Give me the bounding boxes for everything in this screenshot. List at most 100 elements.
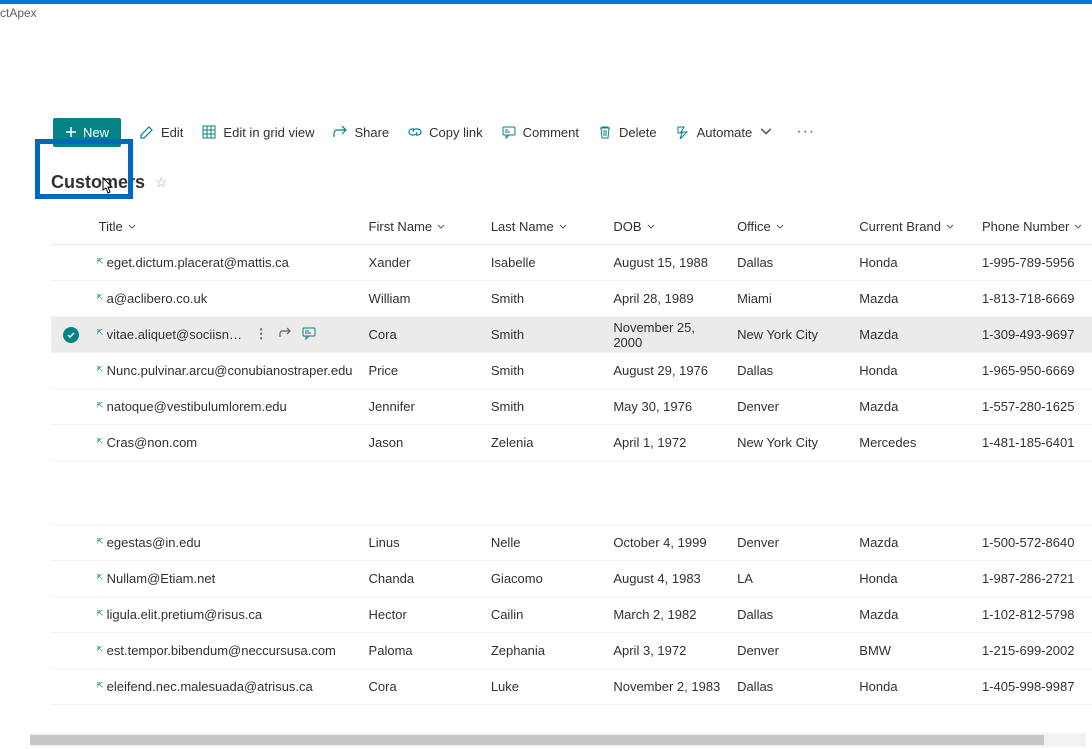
row-title[interactable]: est.tempor.bibendum@neccursusa.com — [107, 643, 336, 658]
row-title[interactable]: ligula.elit.pretium@risus.ca — [107, 607, 263, 622]
share-label: Share — [354, 125, 389, 140]
cell-phone: 1-481-185-6401 — [974, 425, 1092, 461]
comment-icon — [501, 124, 517, 140]
table-row[interactable]: ⇱est.tempor.bibendum@neccursusa.comPalom… — [51, 633, 1092, 669]
cell-last: Zephania — [483, 633, 606, 669]
chevron-down-icon — [775, 222, 785, 232]
plus-icon — [65, 126, 77, 138]
table-row[interactable]: ⇱egestas@in.eduLinusNelleOctober 4, 1999… — [51, 525, 1092, 561]
col-fn-label: First Name — [369, 219, 433, 234]
check-circle-icon[interactable] — [63, 327, 79, 343]
row-title[interactable]: Cras@non.com — [107, 435, 198, 450]
cell-first: Paloma — [361, 633, 483, 669]
link-badge-icon: ⇱ — [97, 537, 104, 546]
cell-first: Cora — [361, 317, 483, 353]
col-dob[interactable]: DOB — [605, 209, 729, 245]
scrollbar-thumb[interactable] — [30, 735, 1044, 745]
col-last-name[interactable]: Last Name — [483, 209, 606, 245]
cell-phone: 1-995-789-5956 — [974, 245, 1092, 281]
comment-button[interactable]: Comment — [501, 124, 579, 140]
row-comment-icon[interactable] — [302, 326, 316, 343]
table-row[interactable]: ⇱Cras@non.comJasonZeleniaApril 1, 1972Ne… — [51, 425, 1092, 461]
cell-last: Luke — [483, 669, 606, 705]
row-title[interactable]: eleifend.nec.malesuada@atrisus.ca — [107, 679, 313, 694]
table-row[interactable]: ⇱natoque@vestibulumlorem.eduJenniferSmit… — [51, 389, 1092, 425]
link-badge-icon: ⇱ — [97, 328, 104, 337]
table-row[interactable]: ⇱vitae.aliquet@sociisnato...⋮CoraSmithNo… — [51, 317, 1092, 353]
cell-dob: August 4, 1983 — [605, 561, 729, 597]
table-row[interactable]: ⇱Nullam@Etiam.net ChandaGiacomoAugust 4, … — [51, 561, 1092, 597]
row-title[interactable]: vitae.aliquet@sociisnato... — [107, 327, 247, 342]
col-brand[interactable]: Current Brand — [851, 209, 974, 245]
cell-phone: 1-405-998-9987 — [974, 669, 1092, 705]
cell-phone: 1-813-718-6669 — [974, 281, 1092, 317]
flow-icon — [675, 124, 691, 140]
cell-office: Dallas — [729, 597, 851, 633]
cell-last: Giacomo — [483, 561, 606, 597]
cell-dob: April 3, 1972 — [605, 633, 729, 669]
edit-grid-button[interactable]: Edit in grid view — [201, 124, 314, 140]
cell-last: Cailin — [483, 597, 606, 633]
cell-office: Dallas — [729, 353, 851, 389]
share-button[interactable]: Share — [332, 124, 389, 140]
row-title[interactable]: eget.dictum.placerat@mattis.ca — [107, 255, 289, 270]
col-office[interactable]: Office — [729, 209, 851, 245]
col-office-label: Office — [737, 219, 771, 234]
row-title[interactable]: Nunc.pulvinar.arcu@conubianostraper.edu — [107, 363, 353, 378]
grid-icon — [201, 124, 217, 140]
breadcrumb[interactable]: ctApex — [0, 4, 1092, 26]
col-title-label: Title — [99, 219, 123, 234]
horizontal-scrollbar[interactable] — [30, 733, 1086, 747]
new-button[interactable]: New — [53, 118, 121, 147]
chevron-down-icon — [1073, 222, 1083, 232]
favorite-star-icon[interactable]: ☆ — [155, 174, 168, 191]
row-share-icon[interactable] — [278, 326, 292, 343]
cell-first: Chanda — [361, 561, 483, 597]
delete-button[interactable]: Delete — [597, 124, 657, 140]
cell-brand: BMW — [851, 633, 974, 669]
cell-brand: Mazda — [851, 317, 974, 353]
table-row[interactable]: ⇱eleifend.nec.malesuada@atrisus.caCoraLu… — [51, 669, 1092, 705]
cell-first: Cora — [361, 669, 483, 705]
edit-button[interactable]: Edit — [139, 124, 183, 140]
cell-office: Dallas — [729, 245, 851, 281]
cell-brand: Honda — [851, 245, 974, 281]
link-badge-icon: ⇱ — [97, 437, 104, 446]
col-title[interactable]: Title — [91, 209, 361, 245]
link-badge-icon: ⇱ — [97, 401, 104, 410]
row-more-icon[interactable]: ⋮ — [255, 326, 268, 343]
cell-phone: 1-102-812-5798 — [974, 597, 1092, 633]
col-first-name[interactable]: First Name — [361, 209, 483, 245]
chevron-down-icon — [127, 222, 137, 232]
row-title[interactable]: natoque@vestibulumlorem.edu — [107, 399, 287, 414]
row-title[interactable]: egestas@in.edu — [107, 535, 201, 550]
table-row[interactable]: ⇱eget.dictum.placerat@mattis.caXanderIsa… — [51, 245, 1092, 281]
link-badge-icon: ⇱ — [97, 293, 104, 302]
cell-phone: 1-500-572-8640 — [974, 525, 1092, 561]
share-icon — [332, 124, 348, 140]
cell-first: William — [361, 281, 483, 317]
automate-button[interactable]: Automate — [675, 124, 775, 140]
col-dob-label: DOB — [613, 219, 641, 234]
cell-office: Miami — [729, 281, 851, 317]
cell-first: Jennifer — [361, 389, 483, 425]
col-phone[interactable]: Phone Number — [974, 209, 1092, 245]
cell-last: Nelle — [483, 525, 606, 561]
cell-brand: Honda — [851, 353, 974, 389]
table-row[interactable]: ⇱a@aclibero.co.ukWilliamSmithApril 28, 1… — [51, 281, 1092, 317]
cell-brand: Mercedes — [851, 425, 974, 461]
cell-dob: April 1, 1972 — [605, 425, 729, 461]
link-badge-icon: ⇱ — [97, 257, 104, 266]
cell-dob: April 28, 1989 — [605, 281, 729, 317]
cell-first: Price — [361, 353, 483, 389]
trash-icon — [597, 124, 613, 140]
row-title[interactable]: a@aclibero.co.uk — [107, 291, 208, 306]
copy-link-button[interactable]: Copy link — [407, 124, 482, 140]
row-title[interactable]: Nullam@Etiam.net — [107, 571, 216, 586]
cell-office: Denver — [729, 633, 851, 669]
table-row[interactable]: ⇱Nunc.pulvinar.arcu@conubianostraper.edu… — [51, 353, 1092, 389]
more-button[interactable]: ··· — [792, 123, 819, 141]
link-badge-icon: ⇱ — [97, 573, 104, 582]
table-row[interactable]: ⇱ligula.elit.pretium@risus.caHectorCaili… — [51, 597, 1092, 633]
cell-phone: 1-965-950-6669 — [974, 353, 1092, 389]
